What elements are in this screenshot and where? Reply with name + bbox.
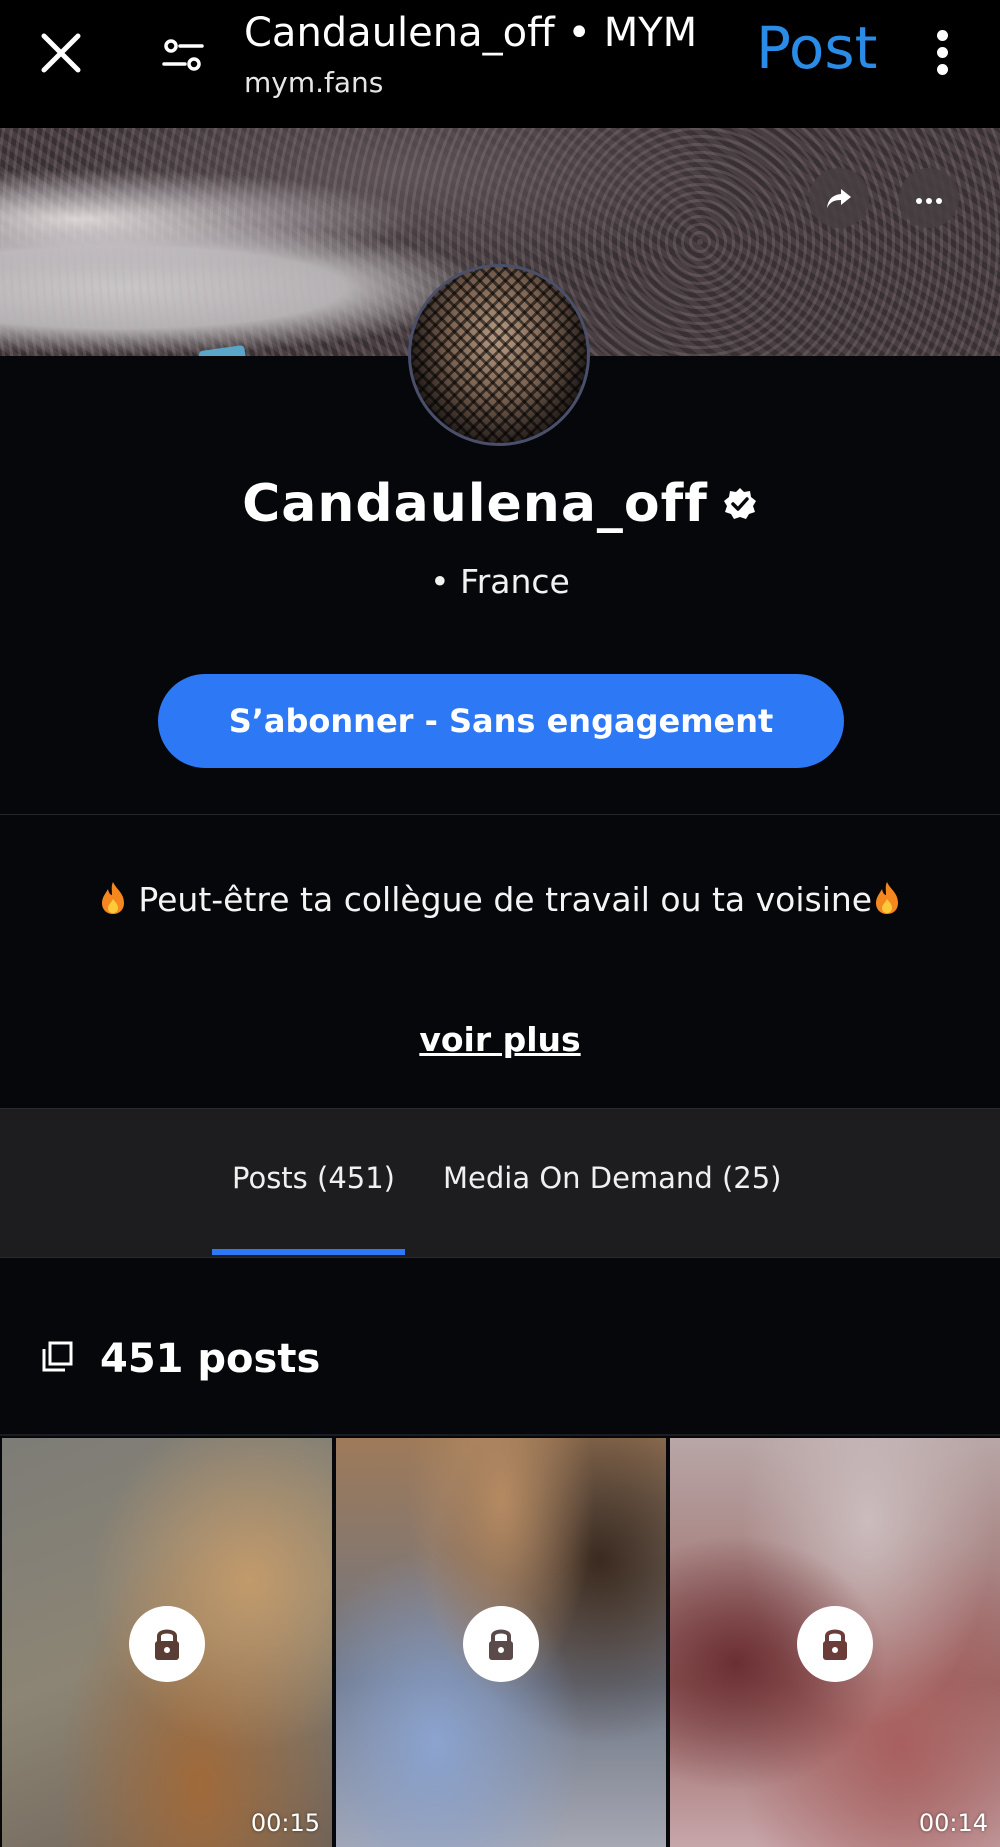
video-duration: 00:14 bbox=[918, 1809, 988, 1837]
more-vert-icon bbox=[930, 30, 954, 75]
bio-text: Peut-être ta collègue de travail ou ta v… bbox=[138, 880, 873, 919]
post-tile[interactable]: 00:14 bbox=[670, 1438, 1000, 1847]
profile-tabs: Posts (451) Media On Demand (25) bbox=[0, 1108, 1000, 1258]
video-duration: 00:15 bbox=[250, 1809, 320, 1837]
page-url: mym.fans bbox=[244, 66, 384, 99]
lock-button[interactable] bbox=[129, 1606, 205, 1682]
fire-icon bbox=[101, 882, 124, 914]
divider bbox=[0, 814, 1000, 815]
verified-icon bbox=[723, 488, 756, 519]
post-button[interactable]: Post bbox=[756, 14, 877, 82]
tab-media-on-demand[interactable]: Media On Demand (25) bbox=[443, 1161, 781, 1195]
lock-button[interactable] bbox=[797, 1606, 873, 1682]
browser-top-bar: Candaulena_off • MYM mym.fans Post bbox=[0, 0, 1000, 128]
profile-location: • France bbox=[430, 562, 570, 601]
tune-button[interactable] bbox=[158, 30, 208, 80]
post-tile[interactable] bbox=[336, 1438, 666, 1847]
profile-name: Candaulena_off bbox=[242, 474, 708, 534]
posts-count: 451 posts bbox=[100, 1336, 321, 1382]
divider bbox=[0, 1434, 1000, 1436]
profile-more-button[interactable] bbox=[899, 168, 959, 228]
share-button[interactable] bbox=[809, 168, 869, 228]
fire-icon bbox=[876, 882, 899, 914]
page-title: Candaulena_off • MYM bbox=[244, 10, 698, 56]
copy-icon bbox=[42, 1341, 73, 1372]
see-more-link[interactable]: voir plus bbox=[0, 1020, 1000, 1059]
share-icon bbox=[827, 189, 851, 208]
more-horiz-icon bbox=[914, 189, 944, 208]
tune-icon bbox=[162, 39, 204, 71]
lock-icon bbox=[155, 1629, 179, 1660]
close-icon bbox=[41, 33, 81, 73]
lock-button[interactable] bbox=[463, 1606, 539, 1682]
lock-icon bbox=[489, 1629, 513, 1660]
avatar[interactable] bbox=[408, 264, 590, 446]
active-tab-indicator bbox=[212, 1249, 405, 1255]
profile-bio: Peut-être ta collègue de travail ou ta v… bbox=[0, 880, 1000, 919]
subscribe-button[interactable]: S’abonner - Sans engagement bbox=[158, 674, 844, 768]
tab-posts[interactable]: Posts (451) bbox=[232, 1161, 395, 1195]
lock-icon bbox=[823, 1629, 847, 1660]
post-tile[interactable]: 00:15 bbox=[2, 1438, 332, 1847]
close-button[interactable] bbox=[36, 28, 86, 78]
more-options-button[interactable] bbox=[930, 30, 954, 80]
